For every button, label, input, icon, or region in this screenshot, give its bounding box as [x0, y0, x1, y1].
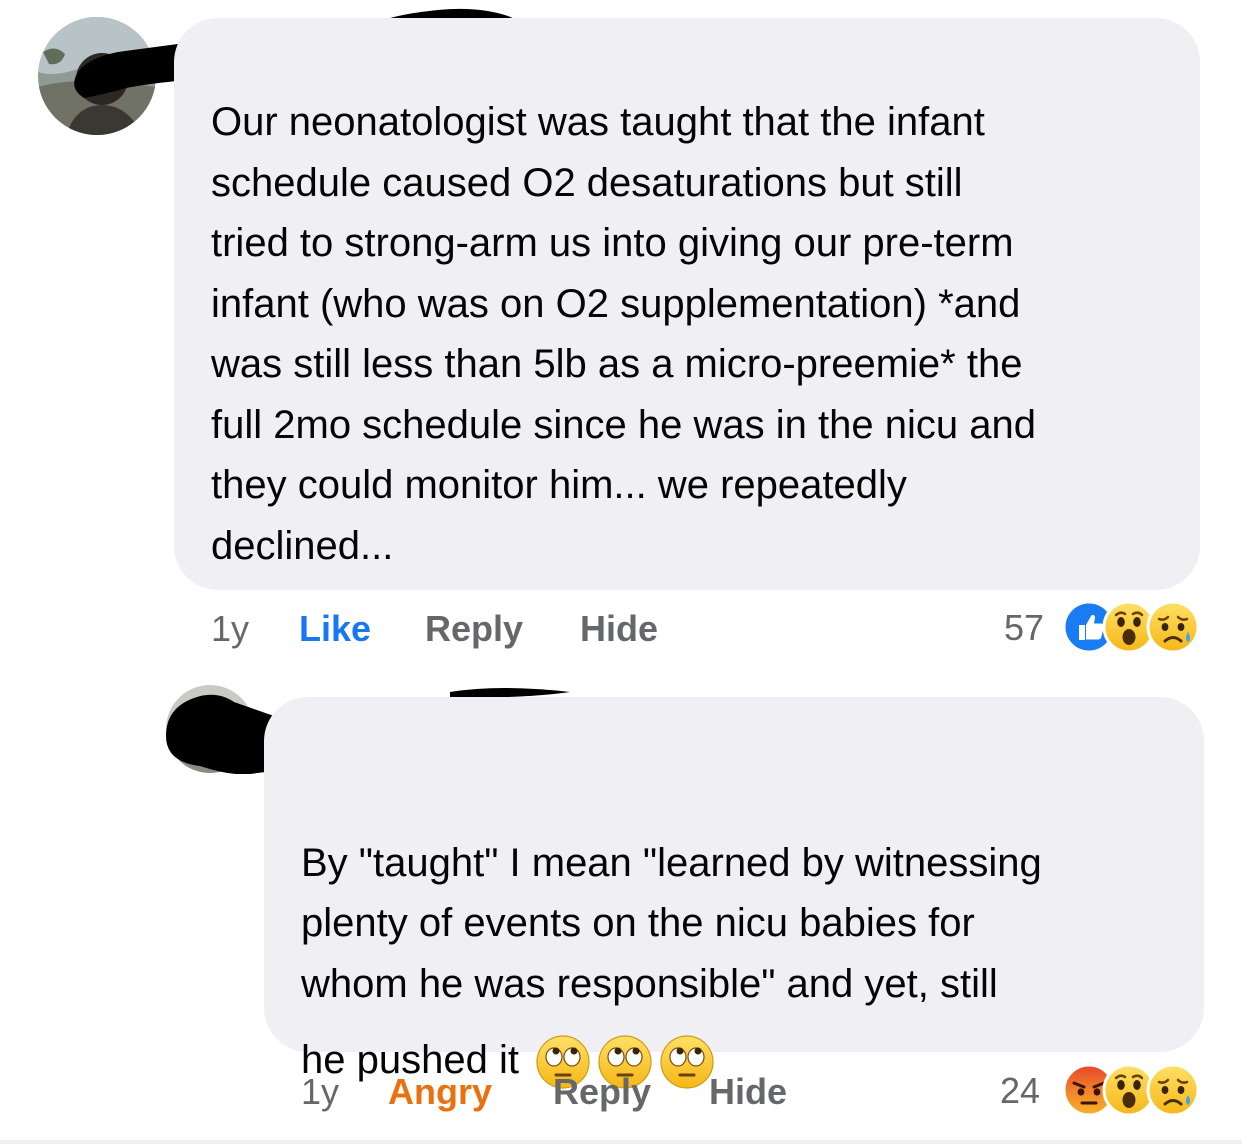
sad-emoji-icon	[1146, 600, 1200, 654]
comment-timestamp: 1y	[211, 608, 250, 649]
reaction-summary[interactable]: 57	[1000, 600, 1212, 656]
reaction-count: 57	[1004, 607, 1045, 648]
reaction-summary[interactable]: 24	[1000, 1063, 1212, 1119]
reply-text-line: plenty of events on the nicu babies for	[301, 901, 975, 945]
reaction-count: 24	[1000, 1070, 1041, 1111]
reply-button[interactable]: Reply	[553, 1068, 651, 1116]
reply-actions: 1y Angry Reply Hide	[301, 1068, 821, 1116]
angry-reaction-button[interactable]: Angry	[388, 1068, 492, 1116]
sad-emoji-icon	[1146, 1063, 1200, 1117]
hide-button[interactable]: Hide	[580, 605, 658, 653]
like-button[interactable]: Like	[299, 605, 371, 653]
divider	[0, 1140, 1242, 1144]
comment-text: Our neonatologist was taught that the in…	[211, 100, 1036, 568]
reply-text-line: By "taught" I mean "learned by witnessin…	[301, 840, 1042, 885]
reply-timestamp: 1y	[301, 1071, 340, 1112]
hide-button[interactable]: Hide	[709, 1068, 787, 1116]
comment-actions: 1y Like Reply Hide	[211, 605, 731, 653]
reply-button[interactable]: Reply	[425, 605, 523, 653]
